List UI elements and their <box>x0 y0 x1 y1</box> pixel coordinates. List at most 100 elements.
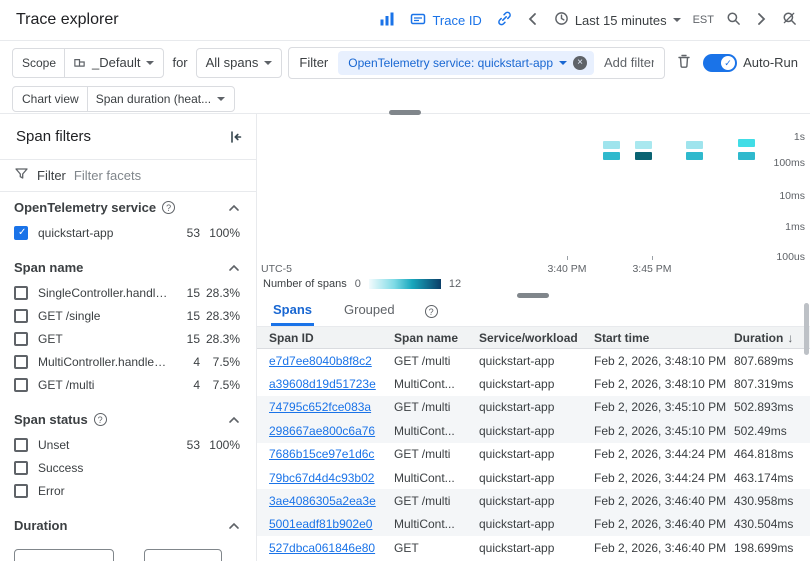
facet-percent: 28.3% <box>200 286 240 300</box>
facet-item[interactable]: Unset 53 100% <box>0 433 256 456</box>
heatmap-cell[interactable] <box>635 152 652 160</box>
facet-item[interactable]: quickstart-app 53 100% <box>0 221 256 244</box>
heatmap-cell[interactable] <box>686 141 703 149</box>
next-time-button[interactable] <box>748 7 774 33</box>
chart-table-resize-handle[interactable] <box>517 293 549 298</box>
span-id-cell: 5001eadf81b902e0 <box>269 517 394 531</box>
tab-grouped[interactable]: Grouped <box>342 302 397 326</box>
facet-item[interactable]: Success <box>0 456 256 479</box>
facet-percent: 28.3% <box>200 332 240 346</box>
search-icon <box>726 11 741 29</box>
facet-item[interactable]: MultiController.handleMulti 4 7.5% <box>0 350 256 373</box>
scope-value: _Default <box>92 55 140 70</box>
span-id-link[interactable]: e7d7ee8040b8f8c2 <box>269 354 372 368</box>
chevron-down-icon <box>264 61 272 65</box>
table-row[interactable]: 3ae4086305a2ea3e GET /multi quickstart-a… <box>257 489 810 512</box>
time-range-dropdown[interactable]: Last 15 minutes <box>548 7 687 33</box>
table-row[interactable]: 298667ae800c6a76 MultiCont... quickstart… <box>257 419 810 442</box>
duration-max-input[interactable] <box>144 549 222 561</box>
col-header-span-name[interactable]: Span name <box>394 331 479 345</box>
span-id-link[interactable]: 3ae4086305a2ea3e <box>269 494 376 508</box>
duration-min-input[interactable] <box>14 549 114 561</box>
facet-count: 15 <box>174 309 200 323</box>
table-row[interactable]: 74795c652fce083a GET /multi quickstart-a… <box>257 396 810 419</box>
filter-bar[interactable]: Filter OpenTelemetry service: quickstart… <box>288 47 665 79</box>
span-id-link[interactable]: 5001eadf81b902e0 <box>269 517 372 531</box>
heatmap-cell[interactable] <box>686 152 703 160</box>
checkbox[interactable] <box>14 309 28 323</box>
help-icon[interactable] <box>162 201 175 214</box>
span-id-cell: 298667ae800c6a76 <box>269 424 394 438</box>
scope-control[interactable]: Scope _Default <box>12 48 164 78</box>
table-row[interactable]: 7686b15ce97e1d6c GET /multi quickstart-a… <box>257 443 810 466</box>
col-header-start-time[interactable]: Start time <box>594 331 734 345</box>
trace-id-button[interactable]: Trace ID <box>402 7 489 33</box>
chart-view-row: Chart view Span duration (heat... <box>0 84 810 113</box>
checkbox[interactable] <box>14 378 28 392</box>
heatmap-cell[interactable] <box>738 152 755 160</box>
facet-item[interactable]: GET /single 15 28.3% <box>0 304 256 327</box>
auto-run-toggle[interactable] <box>703 54 737 72</box>
col-header-duration[interactable]: Duration↓ <box>734 331 798 345</box>
chevron-up-icon[interactable] <box>228 522 240 530</box>
span-name-cell: GET <box>394 541 479 555</box>
y-axis-label: 1ms <box>773 221 805 233</box>
chart-view-value: Span duration (heat... <box>96 92 211 106</box>
table-row[interactable]: e7d7ee8040b8f8c2 GET /multi quickstart-a… <box>257 349 810 372</box>
span-id-link[interactable]: 74795c652fce083a <box>269 400 371 414</box>
panel-resize-handle[interactable] <box>389 110 421 115</box>
copy-link-button[interactable] <box>492 7 518 33</box>
zoom-search-button[interactable] <box>720 7 746 33</box>
clear-query-button[interactable] <box>671 50 697 76</box>
checkbox[interactable] <box>14 355 28 369</box>
checkbox[interactable] <box>14 332 28 346</box>
prev-time-button[interactable] <box>520 7 546 33</box>
table-row[interactable]: 79bc67d4d4c93b02 MultiCont... quickstart… <box>257 466 810 489</box>
facet-item[interactable]: SingleController.handleSing... 15 28.3% <box>0 281 256 304</box>
facet-item[interactable]: GET 15 28.3% <box>0 327 256 350</box>
facet-filter-input[interactable] <box>74 168 242 183</box>
checkbox[interactable] <box>14 226 28 240</box>
span-id-link[interactable]: 79bc67d4d4c93b02 <box>269 471 374 485</box>
collapse-panel-icon[interactable] <box>228 129 244 145</box>
checkbox[interactable] <box>14 286 28 300</box>
scrollbar[interactable] <box>804 303 809 355</box>
heatmap-cell[interactable] <box>603 141 620 149</box>
span-id-link[interactable]: 7686b15ce97e1d6c <box>269 447 374 461</box>
span-id-link[interactable]: a39608d19d51723e <box>269 377 376 391</box>
help-icon[interactable] <box>94 413 107 426</box>
table-row[interactable]: 5001eadf81b902e0 MultiCont... quickstart… <box>257 513 810 536</box>
trace-explorer-window: Trace explorer Trace ID Last 15 minutes … <box>0 0 810 561</box>
checkbox[interactable] <box>14 484 28 498</box>
chevron-up-icon[interactable] <box>228 204 240 212</box>
service-cell: quickstart-app <box>479 471 594 485</box>
span-id-link[interactable]: 527dbca061846e80 <box>269 541 375 555</box>
span-id-link[interactable]: 298667ae800c6a76 <box>269 424 375 438</box>
header-actions: Trace ID Last 15 minutes EST <box>374 7 802 33</box>
span-scope-dropdown[interactable]: All spans <box>196 48 283 78</box>
chevron-up-icon[interactable] <box>228 416 240 424</box>
col-header-service[interactable]: Service/workload <box>479 331 594 345</box>
filter-chip[interactable]: OpenTelemetry service: quickstart-app × <box>338 51 594 75</box>
checkbox[interactable] <box>14 461 28 475</box>
heatmap-cell[interactable] <box>603 152 620 160</box>
tab-spans[interactable]: Spans <box>271 302 314 326</box>
table-row[interactable]: 527dbca061846e80 GET quickstart-app Feb … <box>257 536 810 559</box>
add-filter-input[interactable] <box>604 55 654 70</box>
checkbox[interactable] <box>14 438 28 452</box>
table-row[interactable]: a39608d19d51723e MultiCont... quickstart… <box>257 372 810 395</box>
span-filters-title: Span filters <box>16 128 91 145</box>
facet-item[interactable]: GET /multi 4 7.5% <box>0 373 256 396</box>
heatmap-cell[interactable] <box>738 139 755 147</box>
chevron-up-icon[interactable] <box>228 264 240 272</box>
zoom-off-button[interactable] <box>776 7 802 33</box>
remove-filter-icon[interactable]: × <box>573 56 587 70</box>
col-header-span-id[interactable]: Span ID <box>269 331 394 345</box>
start-time-cell: Feb 2, 2026, 3:48:10 PM <box>594 354 734 368</box>
heatmap-plot[interactable] <box>257 114 775 260</box>
metrics-chart-button[interactable] <box>374 7 400 33</box>
chart-view-dropdown[interactable]: Chart view Span duration (heat... <box>12 86 235 112</box>
help-icon[interactable] <box>425 305 438 318</box>
facet-item[interactable]: Error <box>0 479 256 502</box>
heatmap-cell[interactable] <box>635 141 652 149</box>
